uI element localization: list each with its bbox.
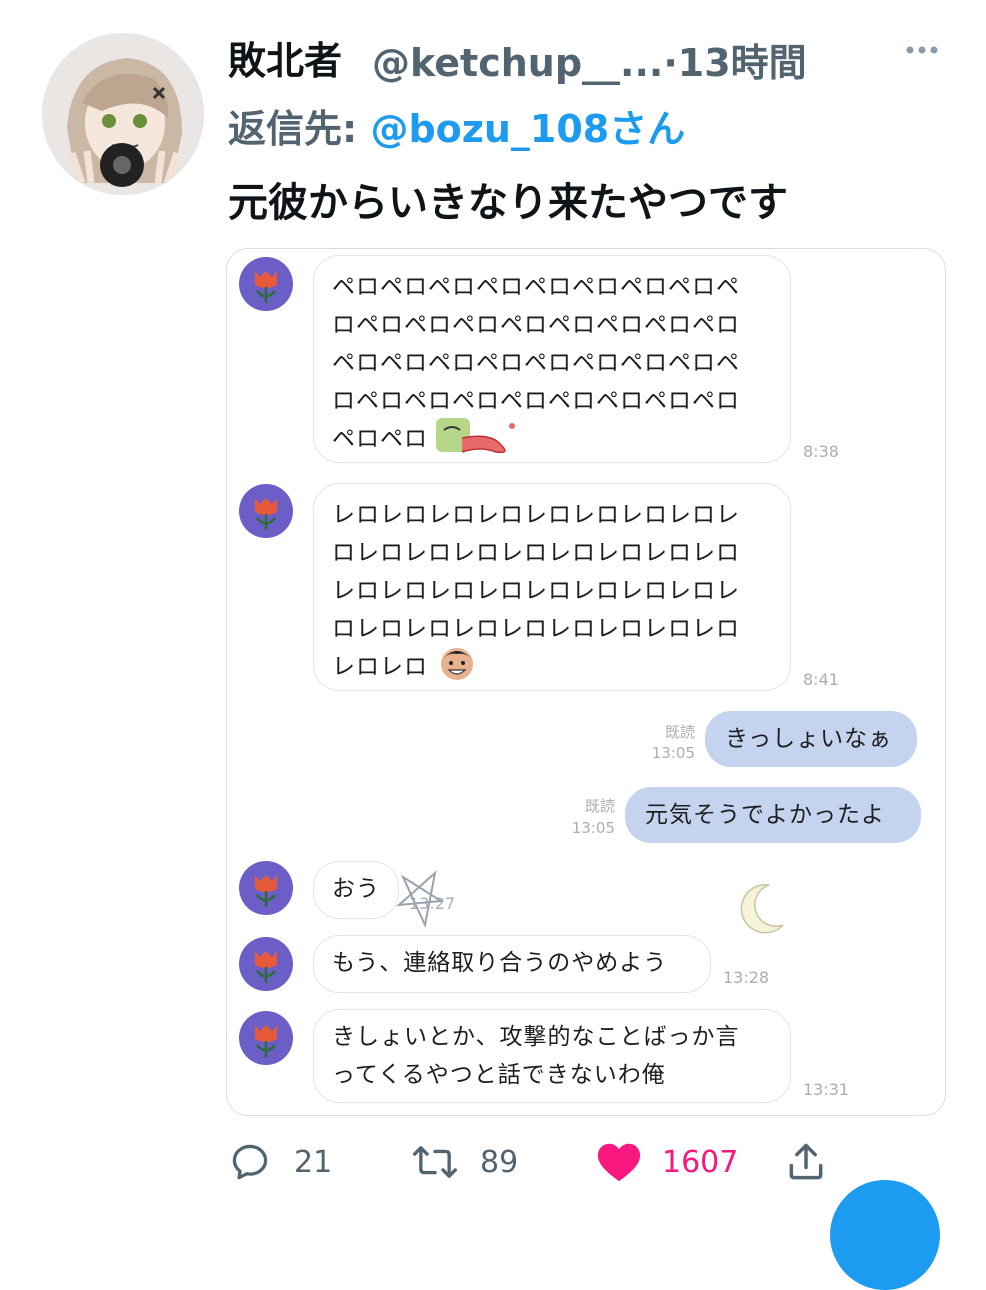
contact-avatar <box>239 1011 293 1065</box>
retweet-count: 89 <box>480 1144 519 1180</box>
ellipsis-icon[interactable] <box>902 30 942 79</box>
contact-avatar <box>239 937 293 991</box>
chat-bubble-incoming: レロレロレロレロレロレロレロレロレ ロレロレロレロレロレロレロレロレロ レロレロ… <box>313 483 791 691</box>
tweet-time[interactable]: 13時間 <box>678 41 807 85</box>
retweet-icon <box>412 1146 458 1178</box>
share-button[interactable] <box>784 1140 828 1184</box>
reply-count: 21 <box>294 1144 333 1180</box>
message-text: きしょいとか、攻撃的なことばっか言 ってくるやつと話できないわ俺 <box>332 1024 740 1088</box>
message-time: 13:31 <box>803 1080 850 1099</box>
reply-to-link[interactable]: @bozu_108さん <box>370 107 685 151</box>
chat-bubble-incoming: もう、連絡取り合うのやめよう <box>313 935 711 993</box>
star-sticker-icon <box>396 870 445 929</box>
contact-avatar <box>239 484 293 538</box>
share-icon <box>789 1143 823 1180</box>
message-time: 13:05 <box>651 744 695 762</box>
read-receipt: 既読 <box>664 723 695 741</box>
reply-icon <box>232 1144 268 1180</box>
chat-bubble-incoming: ペロペロペロペロペロペロペロペロペ ロペロペロペロペロペロペロペロペロ ペロペロ… <box>313 255 791 463</box>
tongue-face-emoji <box>436 418 515 454</box>
read-receipt: 既読 <box>584 797 615 815</box>
chat-bubble-outgoing: 元気そうでよかったよ <box>625 787 921 843</box>
author-avatar[interactable] <box>42 33 204 195</box>
message-time: 8:38 <box>803 442 839 461</box>
handle-text: @ketchup__... <box>372 41 664 85</box>
retweet-button[interactable]: 89 <box>412 1140 518 1184</box>
tweet-action-bar: 21 89 1607 <box>0 1140 986 1188</box>
contact-avatar <box>239 257 293 311</box>
reply-prefix: 返信先: <box>228 107 371 151</box>
message-time: 13:05 <box>571 819 615 837</box>
reply-button[interactable]: 21 <box>228 1140 332 1184</box>
message-text: 元気そうでよかったよ <box>645 802 885 828</box>
chat-bubble-incoming: きしょいとか、攻撃的なことばっか言 ってくるやつと話できないわ俺 <box>313 1009 791 1103</box>
compose-fab-button[interactable] <box>830 1180 940 1290</box>
time-separator: · <box>663 41 678 85</box>
contact-avatar <box>239 861 293 915</box>
message-time: 13:28 <box>723 968 770 987</box>
heart-icon <box>597 1143 641 1182</box>
message-text: きっしょいなぁ <box>725 726 893 752</box>
author-name[interactable]: 敗北者 <box>228 30 342 85</box>
message-text: レロレロレロレロレロレロレロレロレ ロレロレロレロレロレロレロレロレロ レロレロ… <box>332 502 740 680</box>
tweet-text: 元彼からいきなり来たやつです <box>228 180 788 226</box>
message-time: 8:41 <box>803 670 839 689</box>
reply-context: 返信先: @bozu_108さん <box>228 98 685 153</box>
like-button[interactable]: 1607 <box>596 1140 738 1184</box>
message-text: もう、連絡取り合うのやめよう <box>332 950 668 976</box>
author-handle[interactable]: @ketchup__...·13時間 <box>372 32 807 87</box>
chat-bubble-outgoing: きっしょいなぁ <box>705 711 917 767</box>
message-text: ペロペロペロペロペロペロペロペロペ ロペロペロペロペロペロペロペロペロ ペロペロ… <box>332 274 740 452</box>
attached-image[interactable]: ペロペロペロペロペロペロペロペロペ ロペロペロペロペロペロペロペロペロ ペロペロ… <box>226 248 946 1116</box>
grinning-face-emoji <box>441 648 473 680</box>
crescent-moon-icon <box>740 883 784 934</box>
chat-bubble-incoming: おう <box>313 861 399 919</box>
like-count: 1607 <box>662 1144 739 1180</box>
message-text: おう <box>332 876 380 902</box>
